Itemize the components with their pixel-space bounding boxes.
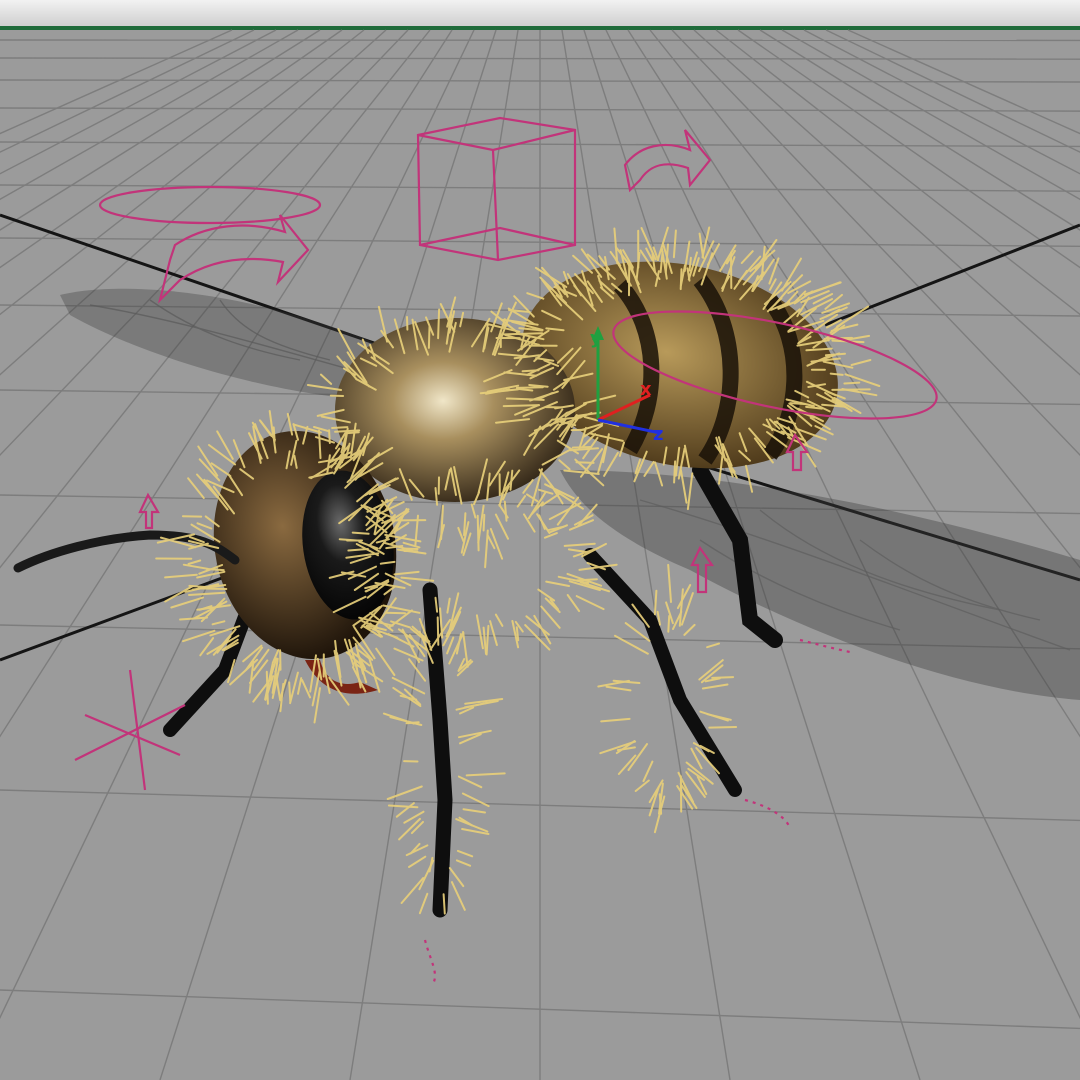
axis-label-x: x	[640, 379, 652, 400]
antenna	[13, 530, 240, 573]
right-wing	[560, 470, 1080, 700]
scene-canvas[interactable]: x y z	[0, 0, 1080, 1080]
translate-arrow-icon[interactable]	[98, 185, 322, 304]
left-wing	[60, 288, 380, 400]
cube-control-icon[interactable]	[416, 116, 577, 262]
axis-label-z: z	[653, 424, 663, 445]
3d-viewport[interactable]: x y z	[0, 0, 1080, 1080]
axis-label-y: y	[590, 328, 602, 349]
